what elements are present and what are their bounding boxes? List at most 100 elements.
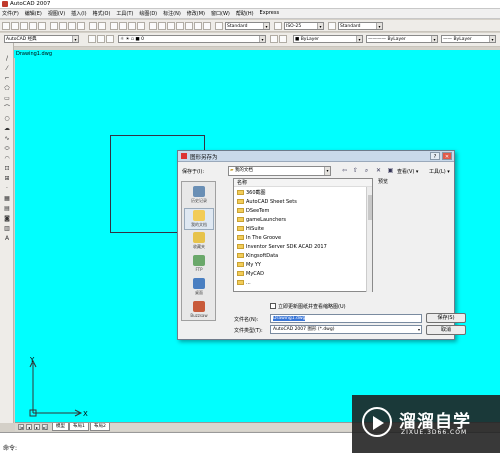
first-tab-button[interactable]: |◂ <box>18 424 24 430</box>
table-style-select[interactable]: Standard ▾ <box>338 22 383 30</box>
make-block-icon[interactable]: ⊞ <box>3 175 11 182</box>
match-properties-icon[interactable] <box>77 22 85 30</box>
new-folder-icon[interactable]: ▣ <box>386 166 395 175</box>
cancel-button[interactable]: 取消 <box>426 325 466 335</box>
prev-tab-button[interactable]: ◂ <box>26 424 32 430</box>
zoom-window-icon[interactable] <box>128 22 136 30</box>
plot-icon[interactable] <box>29 22 37 30</box>
design-center-icon[interactable] <box>158 22 166 30</box>
redo-icon[interactable] <box>98 22 106 30</box>
rectangle-icon[interactable]: ▭ <box>3 95 11 102</box>
open-icon[interactable] <box>11 22 19 30</box>
list-item[interactable]: HiSuite <box>237 225 264 233</box>
filetype-select[interactable]: AutoCAD 2007 图形 (*.dwg) ▾ <box>270 325 422 334</box>
save-icon[interactable] <box>20 22 28 30</box>
menu-file[interactable]: 文件(F) <box>2 10 19 17</box>
list-item[interactable]: In The Groove <box>237 234 281 242</box>
circle-icon[interactable]: ○ <box>3 115 11 122</box>
list-item[interactable]: 360截图 <box>237 189 266 197</box>
layer-state-icon[interactable] <box>97 35 105 43</box>
menu-modify[interactable]: 修改(M) <box>187 10 205 17</box>
scrollbar-thumb[interactable] <box>368 195 372 220</box>
place-my-documents[interactable]: 我的文档 <box>184 208 214 230</box>
drawing-tab[interactable]: Drawing1.dwg <box>14 50 52 58</box>
place-desktop[interactable]: 桌面 <box>184 277 214 299</box>
list-item[interactable]: gameLaunchers <box>237 216 286 224</box>
layer-select[interactable]: ☼ ☀ ▫ ■ 0 ▾ <box>118 35 266 43</box>
save-button[interactable]: 保存(S) <box>426 313 466 323</box>
table-icon[interactable]: ▥ <box>3 225 11 232</box>
preview-icon[interactable] <box>38 22 46 30</box>
paste-icon[interactable] <box>68 22 76 30</box>
delete-icon[interactable]: ✕ <box>374 166 383 175</box>
help-icon[interactable] <box>203 22 211 30</box>
line-icon[interactable]: / <box>3 55 11 62</box>
menu-dimension[interactable]: 标注(N) <box>163 10 181 17</box>
close-button[interactable]: ✕ <box>442 152 452 160</box>
last-tab-button[interactable]: ▸| <box>42 424 48 430</box>
cut-icon[interactable] <box>50 22 58 30</box>
file-list[interactable]: 名称 360截图 AutoCAD Sheet Sets DSeeTem game… <box>233 178 373 292</box>
list-item[interactable]: ... <box>237 279 251 287</box>
layer-previous-icon[interactable] <box>106 35 114 43</box>
list-item[interactable]: KingsoftData <box>237 252 278 260</box>
copy-icon[interactable] <box>59 22 67 30</box>
polyline-icon[interactable]: ⌐ <box>3 75 11 82</box>
point-icon[interactable]: · <box>3 185 11 192</box>
menu-view[interactable]: 视图(V) <box>48 10 65 17</box>
place-favorites[interactable]: 收藏夹 <box>184 231 214 253</box>
ellipse-icon[interactable]: ⬭ <box>3 145 11 152</box>
menu-insert[interactable]: 插入(I) <box>71 10 86 17</box>
calculator-icon[interactable] <box>194 22 202 30</box>
menu-draw[interactable]: 绘图(D) <box>139 10 157 17</box>
construction-line-icon[interactable]: ⁄ <box>3 65 11 72</box>
region-icon[interactable]: ◙ <box>3 215 11 222</box>
views-menu[interactable]: 查看(V) ▾ <box>397 168 418 175</box>
tools-menu[interactable]: 工具(L) ▾ <box>429 168 450 175</box>
place-history[interactable]: 历史记录 <box>184 185 214 207</box>
zoom-previous-icon[interactable] <box>137 22 145 30</box>
menu-tools[interactable]: 工具(T) <box>116 10 133 17</box>
menu-window[interactable]: 窗口(W) <box>211 10 230 17</box>
text-style-select[interactable]: Standard ▾ <box>225 22 270 30</box>
list-item[interactable]: Inventor Server SDK ACAD 2017 <box>237 243 327 251</box>
filename-input[interactable]: Drawing1.dwg <box>270 314 422 323</box>
menu-edit[interactable]: 编辑(E) <box>25 10 42 17</box>
dim-style-select[interactable]: ISO-25 ▾ <box>284 22 324 30</box>
list-item[interactable]: My YY <box>237 261 261 269</box>
tab-model[interactable]: 模型 <box>52 423 69 431</box>
workspace-select[interactable]: AutoCAD 经典 ▾ <box>4 35 79 43</box>
properties-icon[interactable] <box>149 22 157 30</box>
sheet-set-icon[interactable] <box>176 22 184 30</box>
tool-palettes-icon[interactable] <box>167 22 175 30</box>
menu-format[interactable]: 格式(O) <box>93 10 111 17</box>
up-folder-icon[interactable]: ⇧ <box>351 166 360 175</box>
mtext-icon[interactable]: A <box>3 235 11 242</box>
revcloud-icon[interactable]: ☁ <box>3 125 11 132</box>
place-buzzsaw[interactable]: Buzzsaw <box>184 300 214 322</box>
gradient-icon[interactable]: ▤ <box>3 205 11 212</box>
tab-layout2[interactable]: 布局2 <box>90 423 110 431</box>
layer-manager-icon[interactable] <box>88 35 96 43</box>
ellipse-arc-icon[interactable]: ◠ <box>3 155 11 162</box>
color-select[interactable]: ■ ByLayer ▾ <box>293 35 363 43</box>
search-web-icon[interactable]: ⌕ <box>362 166 371 175</box>
lineweight-select[interactable]: —— ByLayer ▾ <box>441 35 496 43</box>
menu-help[interactable]: 帮助(H) <box>236 10 254 17</box>
undo-icon[interactable] <box>89 22 97 30</box>
tab-layout1[interactable]: 布局1 <box>69 423 89 431</box>
spline-icon[interactable]: ∿ <box>3 135 11 142</box>
help-button[interactable]: ? <box>430 152 440 160</box>
layer-match-icon[interactable] <box>279 35 287 43</box>
pan-icon[interactable] <box>110 22 118 30</box>
list-item[interactable]: DSeeTem <box>237 207 269 215</box>
markup-icon[interactable] <box>185 22 193 30</box>
update-thumbnail-checkbox[interactable] <box>270 303 276 309</box>
new-icon[interactable] <box>2 22 10 30</box>
insert-block-icon[interactable]: ⊡ <box>3 165 11 172</box>
hatch-icon[interactable]: ▦ <box>3 195 11 202</box>
make-current-icon[interactable] <box>270 35 278 43</box>
list-header-name[interactable]: 名称 <box>234 179 372 187</box>
save-in-select[interactable]: ▰ 我的文档 ▾ <box>228 166 331 176</box>
polygon-icon[interactable]: ⬠ <box>3 85 11 92</box>
